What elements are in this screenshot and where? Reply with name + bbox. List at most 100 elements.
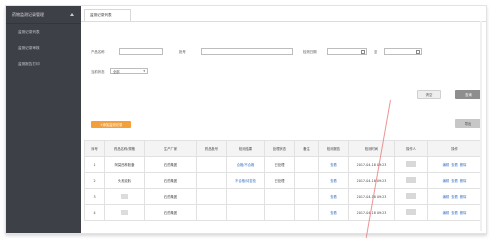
redacted-operator [406,193,416,199]
batch-label: 批号 [179,50,186,54]
export-button-label: 导出 [464,122,472,126]
filter-row-1: 产品名称 批号 检测日期 至 [91,48,423,55]
date-separator: 至 [374,50,378,54]
delete-link[interactable]: 删除 [460,179,467,183]
cell-no: 2 [84,172,105,189]
view-link[interactable]: 查看 [451,163,458,167]
cell-status: 已处理 [264,172,295,189]
product-input[interactable] [119,48,163,55]
cell-ops: 编辑 查看 删除 [427,204,482,221]
cell-report-link[interactable]: 查看 [318,172,349,189]
records-table: 序号 药品名称/规格 生产厂家 药品批号 检测结果 处理状态 备注 检测报告 检… [84,140,482,221]
status-select[interactable]: 全部 ▾ [110,68,148,74]
col-header: 检测结果 [226,140,265,157]
calendar-icon[interactable] [416,50,421,54]
tab-divider [81,21,486,22]
cell-type [196,156,227,173]
redacted-operator [406,177,416,183]
cell-no: 4 [84,204,105,221]
sidebar-header[interactable]: 药物监测记录管理 [6,6,81,24]
cell-name: 头孢克肟 [104,172,145,189]
add-record-button[interactable]: +添加监测记录 [91,121,131,128]
cell-result-link[interactable]: 合格/不合格 [226,156,265,173]
edit-link[interactable]: 编辑 [443,179,450,183]
col-header: 序号 [84,140,105,157]
cell-report-link[interactable]: 查看 [318,188,349,205]
cell-note [294,172,319,189]
vertical-scrollbar[interactable] [480,21,482,231]
delete-link[interactable]: 删除 [460,211,467,215]
sidebar: 药物监测记录管理 监测记录列表 监测记录审核 监测报告打印 [6,6,81,233]
edit-link[interactable]: 编辑 [443,163,450,167]
status-label: 当前状态 [91,69,105,74]
clear-button-label: 清空 [425,93,433,97]
end-date-input[interactable] [384,48,423,55]
cell-result [226,204,265,221]
edit-link[interactable]: 编辑 [443,211,450,215]
view-link[interactable]: 查看 [451,195,458,199]
table-header-row: 序号 药品名称/规格 生产厂家 药品批号 检测结果 处理状态 备注 检测报告 检… [84,140,482,157]
cell-type [196,188,227,205]
cell-operator [394,188,428,205]
sidebar-item-print[interactable]: 监测报告打印 [6,56,81,72]
query-button[interactable]: 查询 [455,90,482,99]
table-row: 1 阿莫西林胶囊 石药集团 合格/不合格 已处理 查看 2017-04-18 0… [84,156,482,173]
col-header: 检测时间 [348,140,395,157]
product-label: 产品名称 [91,50,105,54]
app-window: 药物监测记录管理 监测记录列表 监测记录审核 监测报告打印 监测记录列表 产品名… [5,5,487,234]
cell-time: 2017-04-18 09:23 [348,172,395,189]
chevron-up-icon[interactable] [70,13,74,16]
date-label: 检测日期 [303,50,317,54]
status-select-value: 全部 [113,69,120,74]
add-record-button-label: +添加监测记录 [99,123,123,127]
tab-label: 监测记录列表 [90,13,112,17]
col-header: 操作 [427,140,482,157]
filter-row-2: 当前状态 全部 ▾ [91,68,148,74]
sidebar-item-review[interactable]: 监测记录审核 [6,40,81,56]
cell-ops: 编辑 查看 删除 [427,188,482,205]
table-row: 2 头孢克肟 石药集团 不合格/待复检 已处理 查看 2017-04-18 09… [84,172,482,189]
edit-link[interactable]: 编辑 [443,195,450,199]
col-header: 药品批号 [196,140,227,157]
cell-operator [394,204,428,221]
cell-status [264,188,295,205]
cell-maker: 石药集团 [144,156,197,173]
export-button[interactable]: 导出 [455,119,481,128]
clear-button[interactable]: 清空 [417,90,441,99]
sidebar-header-label: 药物监测记录管理 [12,11,44,17]
cell-maker: 石药集团 [144,188,197,205]
cell-ops: 编辑 查看 删除 [427,172,482,189]
sidebar-item-list[interactable]: 监测记录列表 [6,24,81,40]
calendar-icon[interactable] [361,50,365,54]
batch-input[interactable] [201,48,293,55]
main-content: 监测记录列表 产品名称 批号 检测日期 至 当前状态 全部 ▾ 清空 查询 +添… [81,6,486,233]
sidebar-item-label: 监测报告打印 [18,61,40,66]
view-link[interactable]: 查看 [451,179,458,183]
cell-result [226,188,265,205]
col-header: 生产厂家 [144,140,197,157]
cell-name [104,204,145,221]
cell-result-link[interactable]: 不合格/待复检 [226,172,265,189]
cell-maker: 石药集团 [144,172,197,189]
cell-time: 2017-04-18 09:23 [348,156,395,173]
cell-maker: 石药集团 [144,204,197,221]
cell-note [294,188,319,205]
cell-report-link[interactable]: 查看 [318,156,349,173]
cell-operator [394,156,428,173]
delete-link[interactable]: 删除 [460,195,467,199]
cell-report-link[interactable]: 查看 [318,204,349,221]
view-link[interactable]: 查看 [451,211,458,215]
tab-record-list[interactable]: 监测记录列表 [84,9,131,21]
col-header: 检测报告 [318,140,349,157]
col-header: 处理状态 [264,140,295,157]
start-date-input[interactable] [327,48,367,55]
table-row: 3 石药集团 查看 2017-04-18 09:23 编辑 查看 删除 [84,188,482,205]
cell-no: 3 [84,188,105,205]
redacted-operator [406,161,416,167]
query-button-label: 查询 [465,93,472,97]
cell-operator [394,172,428,189]
col-header: 备注 [294,140,319,157]
table-row: 4 石药集团 查看 2017-04-18 09:23 编辑 查看 删除 [84,204,482,221]
delete-link[interactable]: 删除 [460,163,467,167]
caret-down-icon: ▾ [143,69,145,73]
